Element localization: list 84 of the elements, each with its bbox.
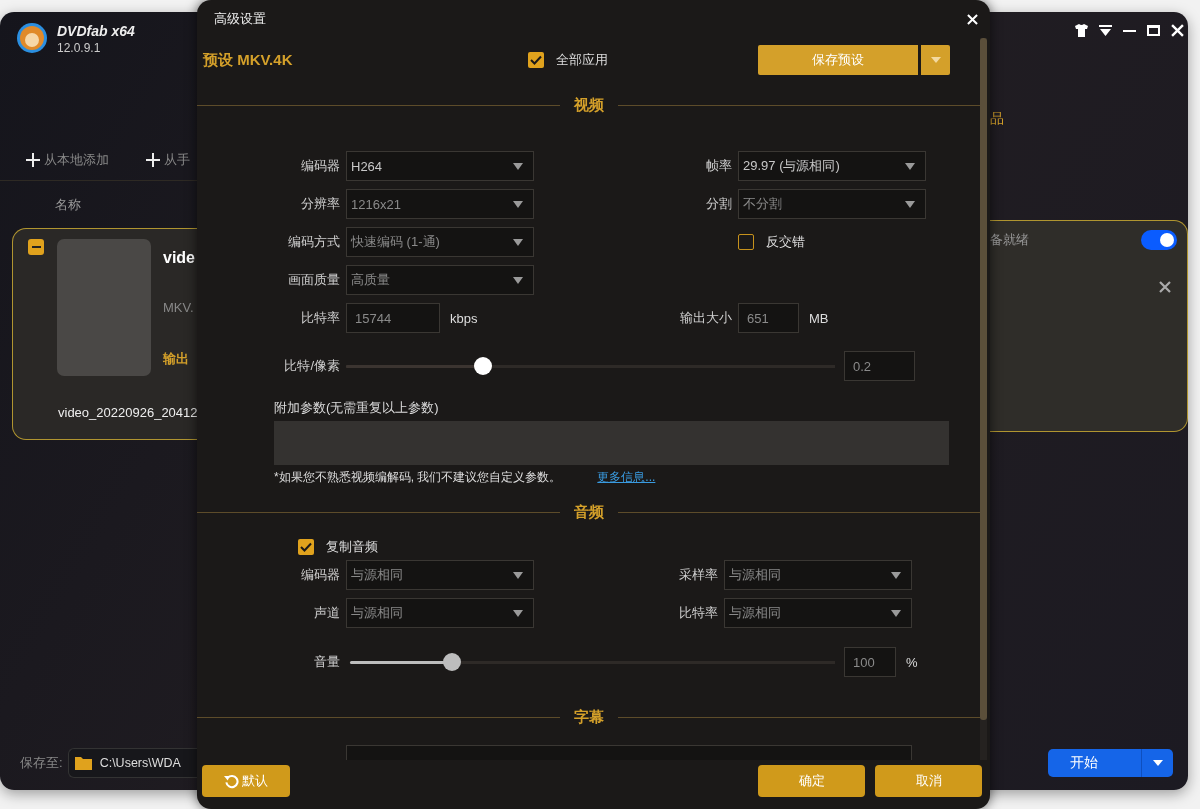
field-label: 输出大小	[679, 309, 732, 327]
logo-icon	[16, 22, 48, 54]
value-field[interactable]: 100	[844, 647, 896, 677]
status-label: 备就绪	[990, 231, 1029, 249]
shirt-icon	[1075, 24, 1088, 37]
slider-thumb[interactable]	[442, 653, 461, 671]
checkbox-label: 反交错	[766, 233, 805, 251]
add-button[interactable]: 从本地添加	[26, 149, 146, 171]
preset-title: 预设 MKV.4K	[203, 50, 294, 70]
format-label: MKV.	[163, 299, 195, 317]
caret-icon	[513, 609, 523, 617]
caret-icon	[891, 571, 901, 579]
checkbox[interactable]	[528, 52, 544, 68]
dropdown-menu-icon	[1099, 24, 1112, 37]
caret-icon	[513, 200, 523, 208]
close-button[interactable]	[1171, 24, 1184, 37]
app-name: DVDfab x64	[57, 22, 135, 40]
column-header: 名称	[54, 196, 82, 214]
scrollbar[interactable]	[980, 38, 987, 760]
field-label: 声道	[313, 604, 340, 622]
tab-label[interactable]: 品	[990, 109, 1010, 127]
file-title: vide	[163, 248, 195, 268]
unit-label: kbps	[450, 310, 478, 326]
unit-label: %	[906, 654, 918, 670]
file-name: video_20220926_20412	[58, 404, 197, 422]
menu-button[interactable]	[1099, 24, 1112, 37]
caret-icon	[1152, 760, 1163, 766]
section-heading: 字幕	[573, 707, 604, 727]
caret-icon	[905, 162, 915, 170]
dropdown[interactable]: 29.97 (与源相同)	[738, 151, 926, 181]
section-heading: 视频	[573, 95, 604, 115]
field-label: 编码器	[300, 566, 340, 584]
field-label: 分辨率	[300, 195, 340, 213]
caret-icon	[513, 238, 523, 246]
section-heading: 音频	[573, 502, 604, 522]
maximize-icon	[1147, 24, 1160, 37]
close-icon	[1159, 281, 1171, 293]
start-button[interactable]: 开始	[1048, 749, 1173, 777]
field-label: 采样率	[678, 566, 718, 584]
field-label: 比特率	[678, 604, 718, 622]
unit-label: MB	[809, 310, 829, 326]
slider-label: 比特/像素	[283, 357, 340, 375]
remove-button[interactable]	[1159, 281, 1171, 293]
slider-thumb[interactable]	[473, 357, 492, 375]
hint-text: *如果您不熟悉视频编解码, 我们不建议您自定义参数。	[274, 469, 562, 486]
folder-icon	[74, 756, 92, 770]
close-icon	[1171, 24, 1184, 37]
save-path-field[interactable]: C:\Users\WDA	[67, 748, 197, 778]
output-label: 输出	[163, 350, 190, 368]
field-label: 编码器	[300, 157, 340, 175]
caret-icon	[513, 162, 523, 170]
caret-icon	[930, 57, 941, 63]
value-field[interactable]: 0.2	[844, 351, 915, 381]
skin-button[interactable]	[1075, 24, 1088, 37]
reset-icon	[224, 773, 239, 789]
field-label: 画面质量	[287, 271, 340, 289]
checkbox[interactable]	[28, 239, 44, 255]
caret-icon	[513, 276, 523, 284]
maximize-button[interactable]	[1147, 24, 1160, 37]
plus-icon	[146, 153, 160, 167]
add-button[interactable]: 从手	[146, 149, 190, 171]
field-label: 帧率	[705, 157, 732, 175]
toggle-switch[interactable]	[1141, 230, 1177, 250]
checkbox[interactable]	[738, 234, 754, 250]
checkbox-label: 复制音频	[326, 538, 378, 556]
caret-icon	[891, 609, 901, 617]
caret-icon	[513, 571, 523, 579]
more-info-link[interactable]: 更多信息...	[597, 468, 656, 486]
parameters-field[interactable]	[274, 421, 949, 465]
dropdown[interactable]: H264	[346, 151, 534, 181]
checkbox[interactable]	[298, 539, 314, 555]
close-icon	[967, 13, 978, 25]
field-label: 分割	[705, 195, 732, 213]
dialog-title: 高级设置	[214, 10, 266, 28]
plus-icon	[26, 153, 40, 167]
field-label: 附加参数(无需重复以上参数)	[274, 399, 440, 417]
checkbox-label: 全部应用	[556, 51, 608, 69]
save-to-label: 保存至:	[20, 754, 63, 772]
caret-icon	[905, 200, 915, 208]
field-label: 编码方式	[287, 233, 340, 251]
field-label: 比特率	[300, 309, 340, 327]
slider-label: 音量	[313, 653, 340, 671]
app-version: 12.0.9.1	[57, 40, 102, 56]
close-button[interactable]	[967, 13, 978, 25]
